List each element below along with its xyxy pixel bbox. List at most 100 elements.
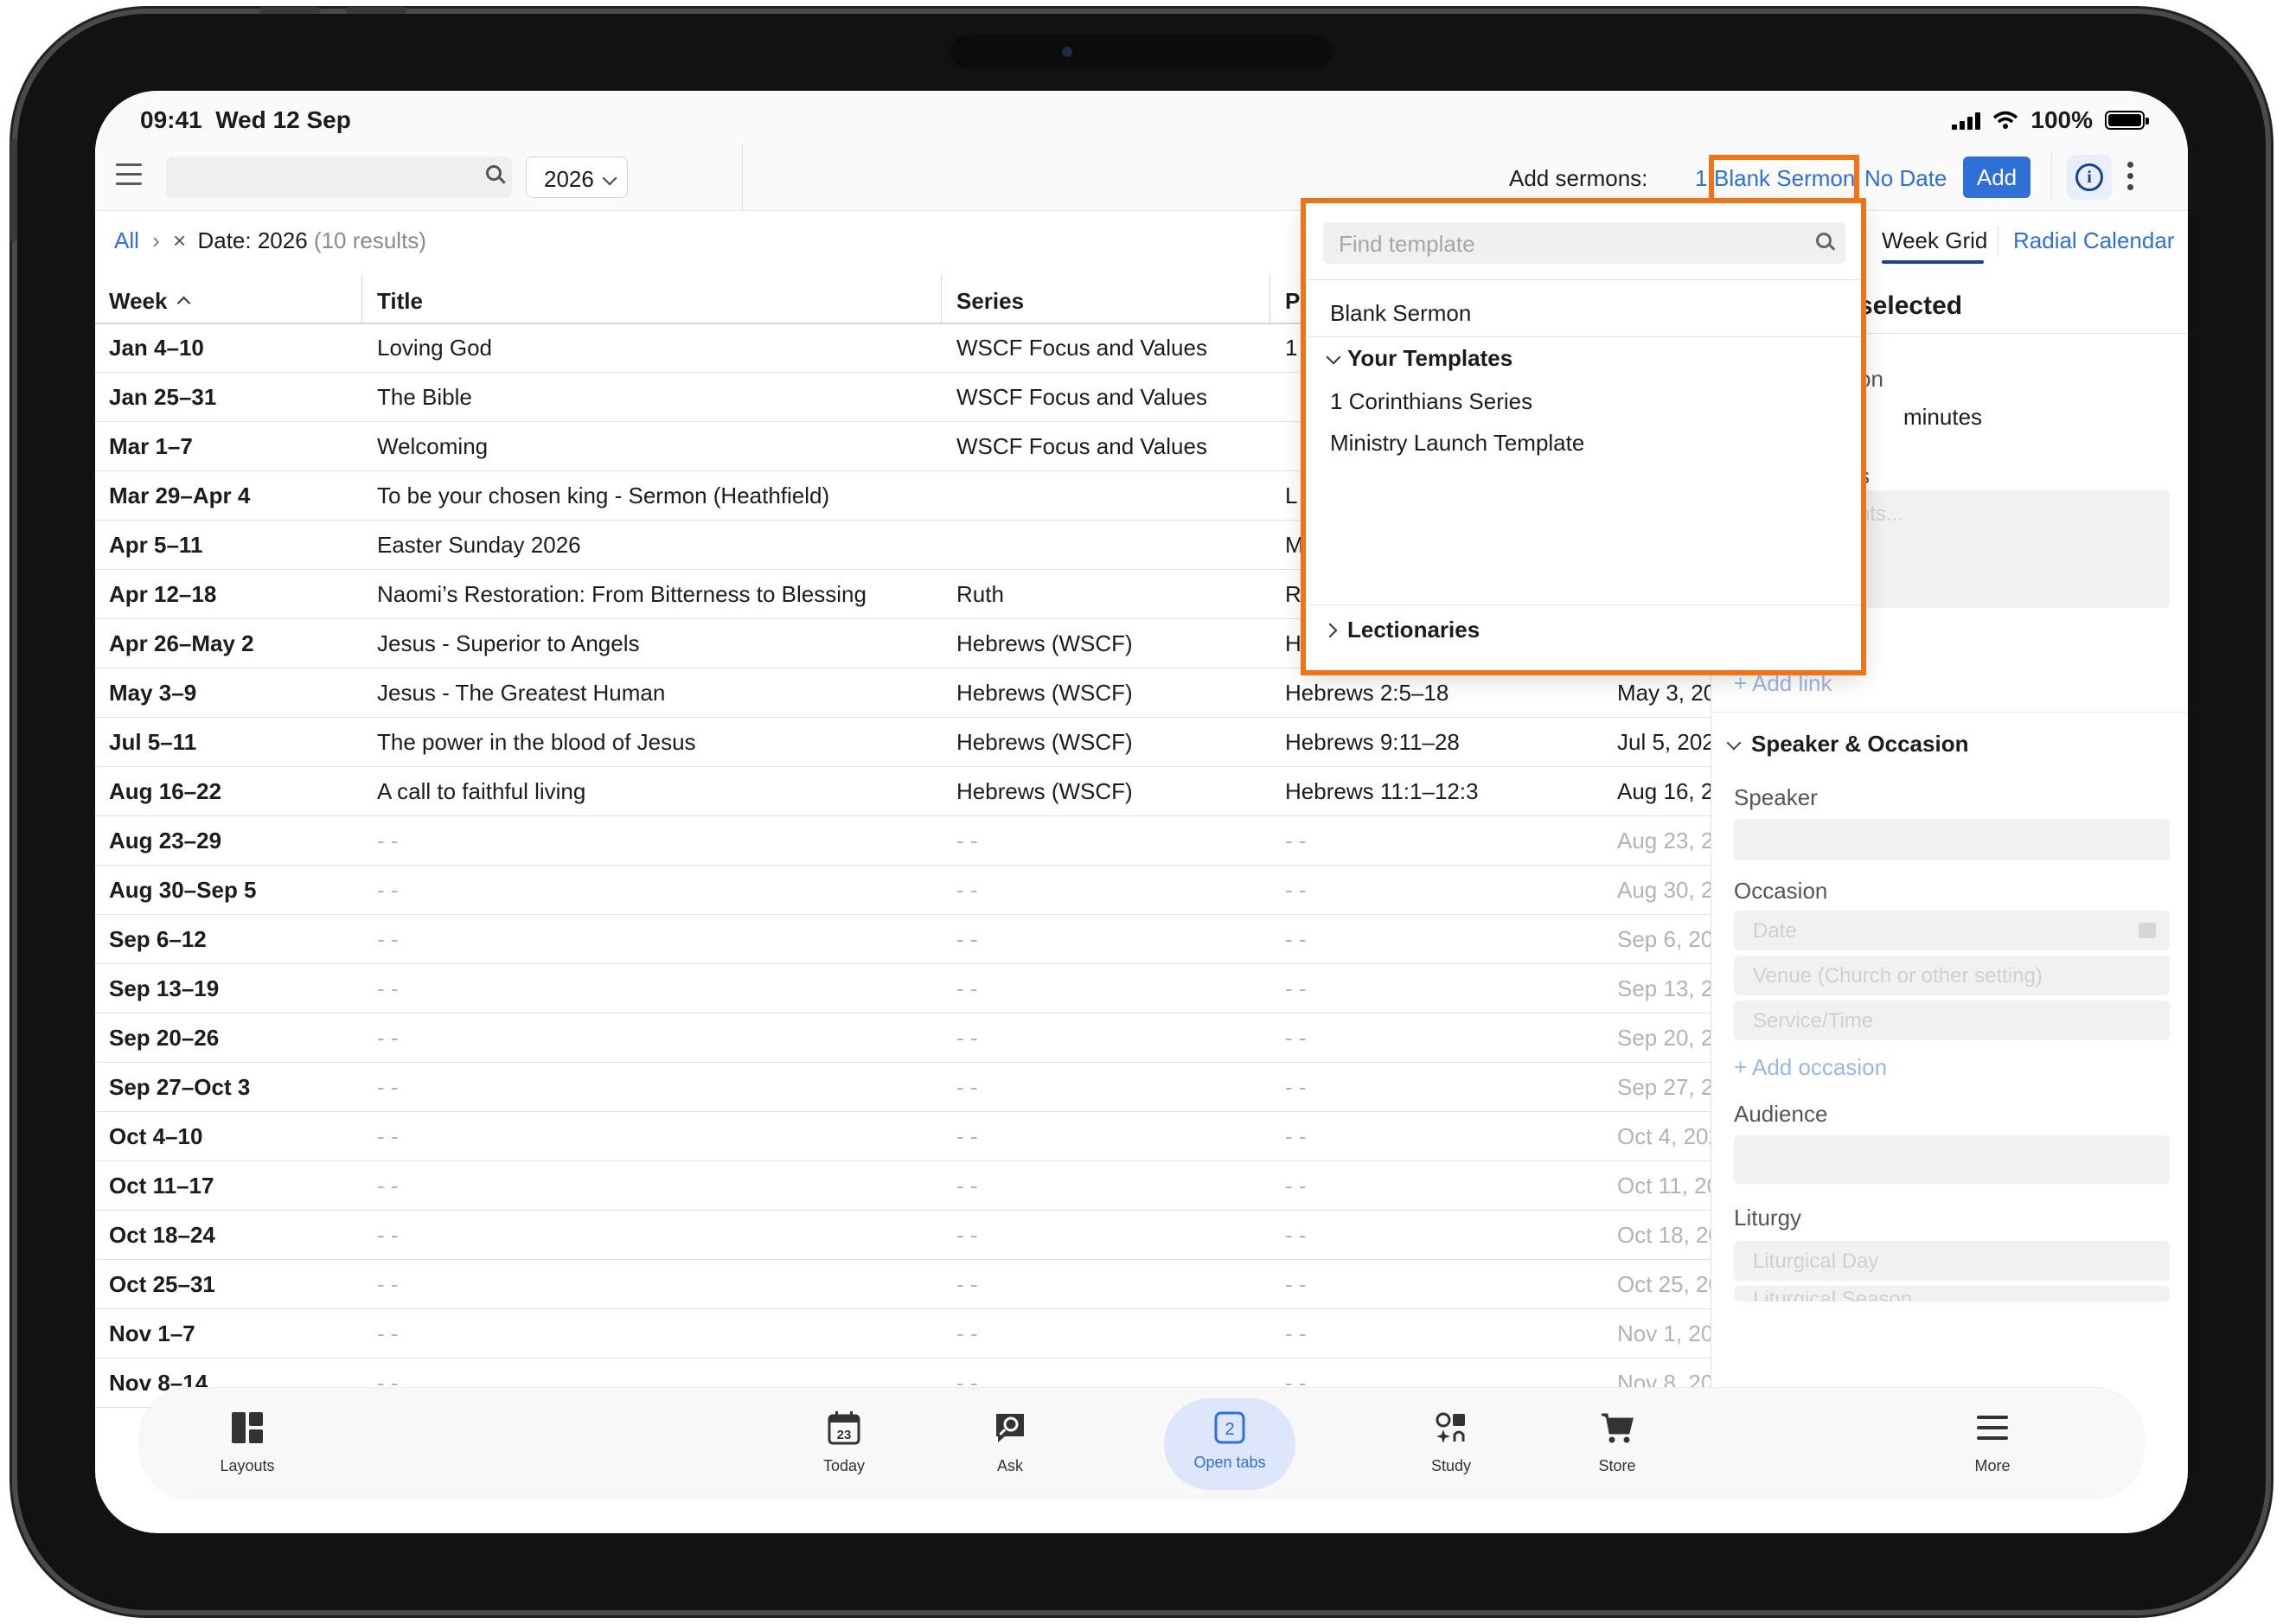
cell-week: Sep 13–19 [109,975,220,1001]
table-row[interactable]: Oct 25–31 - - - - - - Oct 25, 20 [95,1259,1721,1309]
tab-week-grid[interactable]: Week Grid [1882,227,1987,254]
cell-passage: - - [1285,1025,1307,1051]
cell-title: - - [377,1173,399,1199]
open-tabs-icon: 2 [1214,1411,1245,1444]
cell-series: WSCF Focus and Values [956,384,1207,410]
bottom-tab-bar: Layouts 23 Today Ask 2 Open tabs Study S… [138,1388,2145,1500]
table-row[interactable]: Oct 4–10 - - - - - - Oct 4, 202 [95,1111,1721,1161]
volume-button [259,7,320,14]
tab-study[interactable]: Study [1391,1388,1512,1500]
panel-heading: selected [1858,291,1963,320]
service-time-input[interactable]: Service/Time [1734,1001,2170,1040]
cell-title: - - [377,828,399,854]
ask-icon [996,1414,1024,1442]
add-occasion-button[interactable]: + Add occasion [1734,1054,1887,1081]
cell-week: Apr 12–18 [109,581,217,607]
cell-passage: - - [1285,1123,1307,1149]
table-row[interactable]: Aug 23–29 - - - - - - Aug 23, 2 [95,815,1713,866]
tab-ask[interactable]: Ask [950,1388,1071,1500]
year-select[interactable]: 2026 [526,157,628,198]
cell-series: - - [956,1123,978,1149]
wifi-icon [1993,111,2018,129]
table-row[interactable]: Sep 6–12 - - - - - - Sep 6, 20 [95,914,1713,964]
cell-week: Nov 1–7 [109,1320,195,1346]
study-icon [1436,1412,1465,1443]
tab-layouts[interactable]: Layouts [187,1388,308,1500]
cell-week: Jan 4–10 [109,335,204,361]
breadcrumb-all[interactable]: All [114,227,139,253]
header-series[interactable]: Series [956,288,1024,315]
divider [742,144,743,210]
cell-title: Easter Sunday 2026 [377,532,581,558]
cell-date: May 3, 20 [1617,680,1717,706]
cell-title: - - [377,1123,399,1149]
cell-week: Apr 26–May 2 [109,630,254,656]
cell-passage: - - [1285,828,1307,854]
cell-date: Jul 5, 202 [1617,729,1715,755]
battery-icon [2105,111,2149,130]
highlight-box [1709,155,1859,203]
cell-passage: - - [1285,1173,1307,1199]
cell-week: Mar 29–Apr 4 [109,483,251,508]
add-button[interactable]: Add [1963,157,2030,198]
table-row[interactable]: Sep 20–26 - - - - - - Sep 20, 2 [95,1013,1713,1063]
cell-week: Aug 23–29 [109,828,222,854]
menu-icon [1977,1416,2008,1440]
more-options-icon[interactable] [2127,162,2136,193]
cell-week: Oct 25–31 [109,1271,215,1297]
liturgical-day-input[interactable]: Liturgical Day [1734,1241,2170,1281]
table-row[interactable]: Sep 13–19 - - - - - - Sep 13, 2 [95,963,1713,1013]
tab-open-tabs[interactable]: 2 Open tabs [1169,1388,1290,1500]
svg-text:23: 23 [837,1428,852,1442]
speaker-input[interactable] [1734,819,2170,860]
highlight-box [1301,198,1866,675]
cell-passage: Hebrews 2:5–18 [1285,680,1449,706]
breadcrumb: All › × Date: 2026 (10 results) [114,227,426,253]
table-row[interactable]: Aug 30–Sep 5 - - - - - - Aug 30, 2 [95,865,1713,915]
cell-passage: L [1285,483,1298,508]
cell-series: - - [956,1320,978,1346]
info-icon: i [2075,163,2103,191]
cell-series: - - [956,877,978,903]
tab-more[interactable]: More [1932,1388,2053,1500]
liturgical-season-input[interactable]: Liturgical Season [1734,1286,2170,1301]
cell-series: Hebrews (WSCF) [956,778,1133,804]
cell-title: - - [377,1271,399,1297]
cell-title: - - [377,926,399,952]
cell-title: Naomi’s Restoration: From Bitterness to … [377,581,867,607]
occasion-date-input[interactable]: Date [1734,911,2170,950]
cell-title: Loving God [377,335,492,361]
table-row[interactable]: Nov 1–7 - - - - - - Nov 1, 20 [95,1308,1714,1359]
venue-input[interactable]: Venue (Church or other setting) [1734,956,2170,995]
cell-date: Nov 1, 20 [1617,1320,1714,1346]
remove-filter-icon[interactable]: × [173,227,186,253]
table-row[interactable]: Aug 16–22 A call to faithful living Hebrew… [95,766,1713,816]
cart-icon [1602,1413,1634,1443]
signal-icon [1952,111,1981,130]
status-indicators: 100% [1952,106,2149,134]
no-date-link[interactable]: No Date [1864,165,1947,192]
audience-input[interactable] [1734,1135,2170,1184]
table-row[interactable]: Sep 27–Oct 3 - - - - - - Sep 27, 2 [95,1062,1713,1112]
filter-label: Date: 2026 [197,227,308,253]
header-week[interactable]: Week [109,288,191,315]
table-row[interactable]: Jul 5–11 The power in the blood of Jesus H… [95,717,1715,767]
menu-icon[interactable] [116,163,142,188]
header-passage[interactable]: P [1285,288,1300,315]
header-title[interactable]: Title [377,288,423,315]
cell-week: Aug 16–22 [109,778,222,804]
info-button[interactable]: i [2067,155,2112,200]
tab-radial-calendar[interactable]: Radial Calendar [2013,227,2174,254]
speaker-occasion-section[interactable]: Speaker & Occasion [1726,731,1968,758]
cell-week: Mar 1–7 [109,433,193,459]
toolbar: 2026 Add sermons: 1 Blank Sermon No Date… [95,144,2188,211]
table-row[interactable]: Oct 18–24 - - - - - - Oct 18, 20 [95,1210,1721,1260]
table-row[interactable]: Oct 11–17 - - - - - - Oct 11, 20 [95,1160,1719,1211]
search-input[interactable] [166,157,512,198]
cell-passage: - - [1285,877,1307,903]
add-one-link[interactable]: 1 [1695,165,1707,192]
cell-title: Jesus - The Greatest Human [377,680,666,706]
tab-store[interactable]: Store [1557,1388,1678,1500]
cell-title: The Bible [377,384,472,410]
tab-today[interactable]: 23 Today [783,1388,905,1500]
